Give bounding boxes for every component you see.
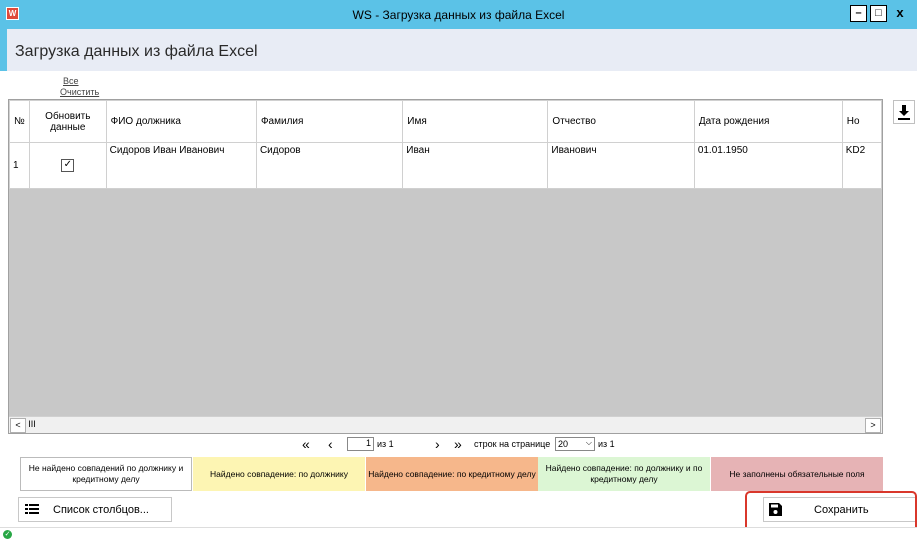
legend-item-missing-fields: Не заполнены обязательные поля [711, 457, 883, 491]
column-header-update[interactable]: Обновить данные [28, 100, 107, 143]
select-all-link[interactable]: Все [63, 76, 79, 86]
cell-num: 1 [9, 142, 30, 189]
scroll-thumb-grip[interactable]: III [25, 418, 39, 431]
column-header-middle-name[interactable]: Отчество [547, 100, 695, 143]
column-header-update-label: Обновить данные [45, 110, 91, 133]
download-button[interactable] [893, 100, 915, 124]
first-page-button[interactable]: « [302, 436, 310, 452]
prev-page-button[interactable]: ‹ [328, 436, 333, 452]
column-header-first-name[interactable]: Имя [402, 100, 549, 143]
check-circle-icon: ✓ [3, 530, 12, 539]
page-total-label: из 1 [377, 439, 394, 449]
update-checkbox[interactable]: ✓ [61, 159, 75, 172]
cell-fio[interactable]: Сидоров Иван Иванович [105, 142, 257, 189]
chevron-down-icon: ⌵ [585, 438, 592, 447]
rows-per-page-value: 20 [558, 439, 569, 449]
clear-selection-link[interactable]: Очистить [60, 87, 99, 97]
columns-list-label: Список столбцов... [53, 504, 149, 516]
cell-birth-date[interactable]: 01.01.1950 [693, 142, 843, 189]
cell-extra[interactable]: KD2 [841, 142, 882, 189]
scroll-left-button[interactable]: < [10, 418, 26, 433]
columns-list-button[interactable]: Список столбцов... [18, 497, 172, 522]
close-button[interactable]: x [889, 5, 911, 22]
last-page-button[interactable]: » [454, 436, 462, 452]
cell-last-name[interactable]: Сидоров [255, 142, 404, 189]
rows-per-page-label: строк на странице [474, 439, 551, 449]
status-bar: ✓ [0, 527, 917, 541]
legend-item-debtor-match: Найдено совпадение: по должнику [193, 457, 365, 491]
column-header-fio[interactable]: ФИО должника [105, 100, 257, 143]
cell-update: ✓ [28, 142, 107, 189]
data-grid: № Обновить данные ФИО должника Фамилия И… [8, 99, 883, 434]
page-title: Загрузка данных из файла Excel [15, 43, 258, 60]
horizontal-scrollbar[interactable]: < III > [9, 416, 882, 433]
column-header-extra[interactable]: Ho [841, 100, 882, 143]
table-row[interactable]: 1 ✓ Сидоров Иван Иванович Сидоров Иван И… [9, 142, 882, 189]
window-titlebar: W WS - Загрузка данных из файла Excel – … [0, 0, 917, 29]
legend-item-credit-match: Найдено совпадение: по кредитному делу [366, 457, 538, 491]
scroll-right-button[interactable]: > [865, 418, 881, 433]
cell-first-name[interactable]: Иван [402, 142, 549, 189]
download-icon [898, 105, 910, 120]
column-header-last-name[interactable]: Фамилия [255, 100, 404, 143]
list-icon [25, 504, 39, 514]
data-table: № Обновить данные ФИО должника Фамилия И… [9, 100, 882, 189]
maximize-button[interactable]: □ [870, 5, 887, 22]
legend-item-both-match: Найдено совпадение: по должнику и по кре… [538, 457, 710, 491]
column-header-birth-date[interactable]: Дата рождения [693, 100, 843, 143]
cell-middle-name[interactable]: Иванович [547, 142, 695, 189]
rows-total-label: из 1 [598, 439, 615, 449]
rows-per-page-select[interactable]: 20 ⌵ [555, 437, 595, 451]
column-header-num[interactable]: № [9, 100, 30, 143]
page-number-input[interactable]: 1 [347, 437, 374, 451]
pagination-bar: « ‹ 1 из 1 › » строк на странице 20 ⌵ из… [300, 436, 720, 454]
minimize-button[interactable]: – [850, 5, 867, 22]
legend-item-no-match: Не найдено совпадений по должнику и кред… [20, 457, 192, 491]
window-title: WS - Загрузка данных из файла Excel [352, 8, 565, 22]
page-header: Загрузка данных из файла Excel [0, 29, 917, 71]
table-header-row: № Обновить данные ФИО должника Фамилия И… [9, 100, 882, 143]
next-page-button[interactable]: › [435, 436, 440, 452]
